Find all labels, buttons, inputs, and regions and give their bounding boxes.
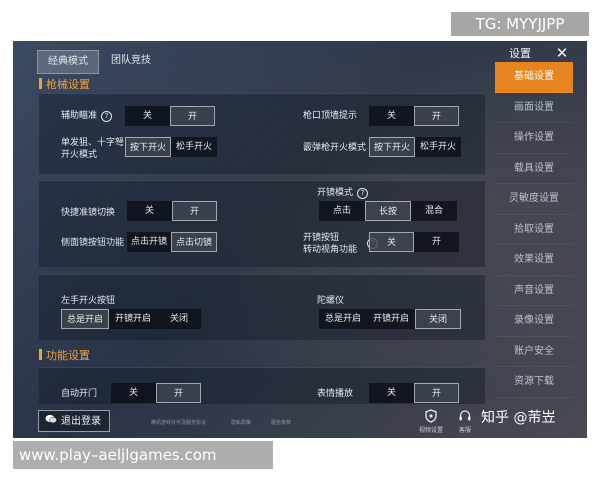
quick-scope-on[interactable]: 开 bbox=[172, 201, 217, 221]
quick-scope-off[interactable]: 关 bbox=[127, 201, 172, 221]
emote-toggle[interactable]: 关 开 bbox=[369, 383, 459, 403]
footer-link-privacy[interactable]: 隐私政策 bbox=[231, 419, 251, 426]
aim-assist-toggle[interactable]: 关 开 bbox=[125, 106, 215, 126]
menu-item-recording[interactable]: 录像设置 bbox=[495, 306, 573, 337]
left-fire-scoped[interactable]: 开镜开启 bbox=[109, 309, 157, 329]
support-label: 客服 bbox=[458, 427, 471, 434]
scope-mode-label: 开镜模式? bbox=[317, 187, 369, 199]
scope-mode-mixed[interactable]: 混合 bbox=[411, 201, 457, 221]
gyroscope-scoped[interactable]: 开镜开启 bbox=[367, 309, 415, 329]
emote-off[interactable]: 关 bbox=[369, 383, 414, 403]
muzzle-hint-on[interactable]: 开 bbox=[414, 106, 459, 126]
section-marker bbox=[39, 349, 42, 360]
scope-button-on[interactable]: 开 bbox=[414, 232, 459, 252]
logout-label: 退出登录 bbox=[61, 416, 101, 427]
section-title: 功能设置 bbox=[46, 349, 90, 362]
section-marker bbox=[39, 78, 42, 89]
shotgun-fire-release[interactable]: 松手开火 bbox=[415, 137, 461, 157]
side-scope-switch[interactable]: 点击切镜 bbox=[171, 232, 217, 252]
panel-scope bbox=[39, 180, 485, 267]
auto-door-toggle[interactable]: 关 开 bbox=[111, 383, 201, 403]
scope-mode-tap[interactable]: 点击 bbox=[319, 201, 365, 221]
scope-button-toggle[interactable]: 关 开 bbox=[369, 232, 459, 252]
side-scope-selector[interactable]: 点击开镜 点击切镜 bbox=[127, 232, 217, 252]
gyroscope-label: 陀螺仪 bbox=[317, 296, 345, 306]
menu-item-vehicle[interactable]: 载具设置 bbox=[495, 154, 573, 184]
aim-assist-off[interactable]: 关 bbox=[125, 106, 170, 126]
menu-item-controls[interactable]: 操作设置 bbox=[495, 123, 573, 154]
zhihu-watermark: 知乎 @芾岦 bbox=[481, 410, 556, 426]
quick-scope-toggle[interactable]: 关 开 bbox=[127, 201, 217, 221]
sniper-fire-mode[interactable]: 按下开火 松手开火 bbox=[125, 137, 217, 157]
tab-team-deathmatch[interactable]: 团队竞技 bbox=[101, 50, 161, 72]
video-settings-button[interactable]: 视频设置 bbox=[416, 409, 446, 435]
menu-item-downloads[interactable]: 资源下载 bbox=[495, 367, 573, 398]
tab-classic-mode[interactable]: 经典模式 bbox=[37, 50, 99, 74]
help-icon[interactable]: ? bbox=[101, 111, 113, 122]
watermark-telegram: TG: MYYJJPP bbox=[451, 12, 589, 36]
auto-door-off[interactable]: 关 bbox=[111, 383, 156, 403]
scope-mode-hold[interactable]: 长按 bbox=[365, 201, 411, 221]
auto-door-label: 自动开门 bbox=[61, 389, 98, 399]
footer-link-license[interactable]: 腾讯游戏许可及服务协议 bbox=[151, 419, 206, 426]
shield-icon bbox=[416, 409, 446, 427]
footer-link-terms[interactable]: 服务条款 bbox=[271, 419, 291, 426]
auto-door-on[interactable]: 开 bbox=[156, 383, 201, 403]
emote-on[interactable]: 开 bbox=[414, 383, 459, 403]
left-fire-always[interactable]: 总是开启 bbox=[61, 309, 109, 329]
headset-icon bbox=[450, 409, 480, 427]
watermark-website: www.play–aeljlgames.com bbox=[13, 441, 273, 469]
scope-button-label: 开镜按钮 转动视角功能 bbox=[303, 233, 358, 255]
menu-item-graphics[interactable]: 画面设置 bbox=[495, 93, 573, 123]
muzzle-hint-toggle[interactable]: 关 开 bbox=[369, 106, 459, 126]
wechat-icon bbox=[45, 411, 57, 433]
left-fire-off[interactable]: 关闭 bbox=[157, 309, 201, 329]
menu-item-sound[interactable]: 声音设置 bbox=[495, 276, 573, 306]
muzzle-hint-off[interactable]: 关 bbox=[369, 106, 414, 126]
gyroscope-off[interactable]: 关闭 bbox=[415, 309, 461, 329]
left-fire-label: 左手开火按钮 bbox=[61, 296, 116, 306]
settings-screen: 经典模式 团队竞技 枪械设置 辅助瞄准? 关 开 枪口顶墙提示 关 开 单发狙、… bbox=[13, 41, 587, 438]
scope-button-off[interactable]: 关 bbox=[369, 232, 414, 252]
menu-item-effects[interactable]: 效果设置 bbox=[495, 245, 573, 276]
sniper-fire-press[interactable]: 按下开火 bbox=[125, 137, 171, 157]
section-function-header: 功能设置 bbox=[39, 348, 90, 364]
muzzle-hint-label: 枪口顶墙提示 bbox=[303, 111, 358, 121]
close-button[interactable]: ✕ bbox=[551, 43, 573, 63]
menu-item-sensitivity[interactable]: 灵敏度设置 bbox=[495, 184, 573, 215]
sniper-fire-label: 单发狙、十字弩 开火模式 bbox=[61, 138, 125, 160]
side-scope-open[interactable]: 点击开镜 bbox=[127, 232, 171, 252]
emote-label: 表情播放 bbox=[317, 389, 354, 399]
gyroscope-selector[interactable]: 总是开启 开镜开启 关闭 bbox=[319, 309, 461, 329]
quick-scope-label: 快捷准镜切换 bbox=[61, 208, 116, 218]
help-icon[interactable]: ? bbox=[357, 188, 369, 199]
shotgun-fire-label: 霰弹枪开火模式 bbox=[303, 143, 367, 153]
menu-title: 设置 bbox=[509, 47, 531, 60]
menu-item-account[interactable]: 账户安全 bbox=[495, 337, 573, 367]
shotgun-fire-mode[interactable]: 按下开火 松手开火 bbox=[369, 137, 461, 157]
menu-item-basic[interactable]: 基础设置 bbox=[495, 62, 573, 93]
side-scope-label: 侧面镜按钮功能 bbox=[61, 238, 125, 248]
gyroscope-always[interactable]: 总是开启 bbox=[319, 309, 367, 329]
video-settings-label: 视频设置 bbox=[418, 427, 443, 434]
panel-buttons bbox=[39, 274, 485, 340]
sniper-fire-release[interactable]: 松手开火 bbox=[171, 137, 217, 157]
menu-item-pickup[interactable]: 拾取设置 bbox=[495, 215, 573, 245]
support-button[interactable]: 客服 bbox=[450, 409, 480, 435]
section-firearms-header: 枪械设置 bbox=[39, 77, 90, 93]
aim-assist-on[interactable]: 开 bbox=[170, 106, 215, 126]
section-title: 枪械设置 bbox=[46, 78, 90, 91]
aim-assist-label: 辅助瞄准? bbox=[61, 110, 113, 122]
shotgun-fire-press[interactable]: 按下开火 bbox=[369, 137, 415, 157]
left-fire-selector[interactable]: 总是开启 开镜开启 关闭 bbox=[61, 309, 201, 329]
scope-mode-selector[interactable]: 点击 长按 混合 bbox=[319, 201, 457, 221]
settings-menu: 基础设置 画面设置 操作设置 载具设置 灵敏度设置 拾取设置 效果设置 声音设置… bbox=[495, 62, 573, 398]
logout-button[interactable]: 退出登录 bbox=[38, 410, 110, 432]
close-icon[interactable]: ✕ bbox=[556, 44, 569, 62]
